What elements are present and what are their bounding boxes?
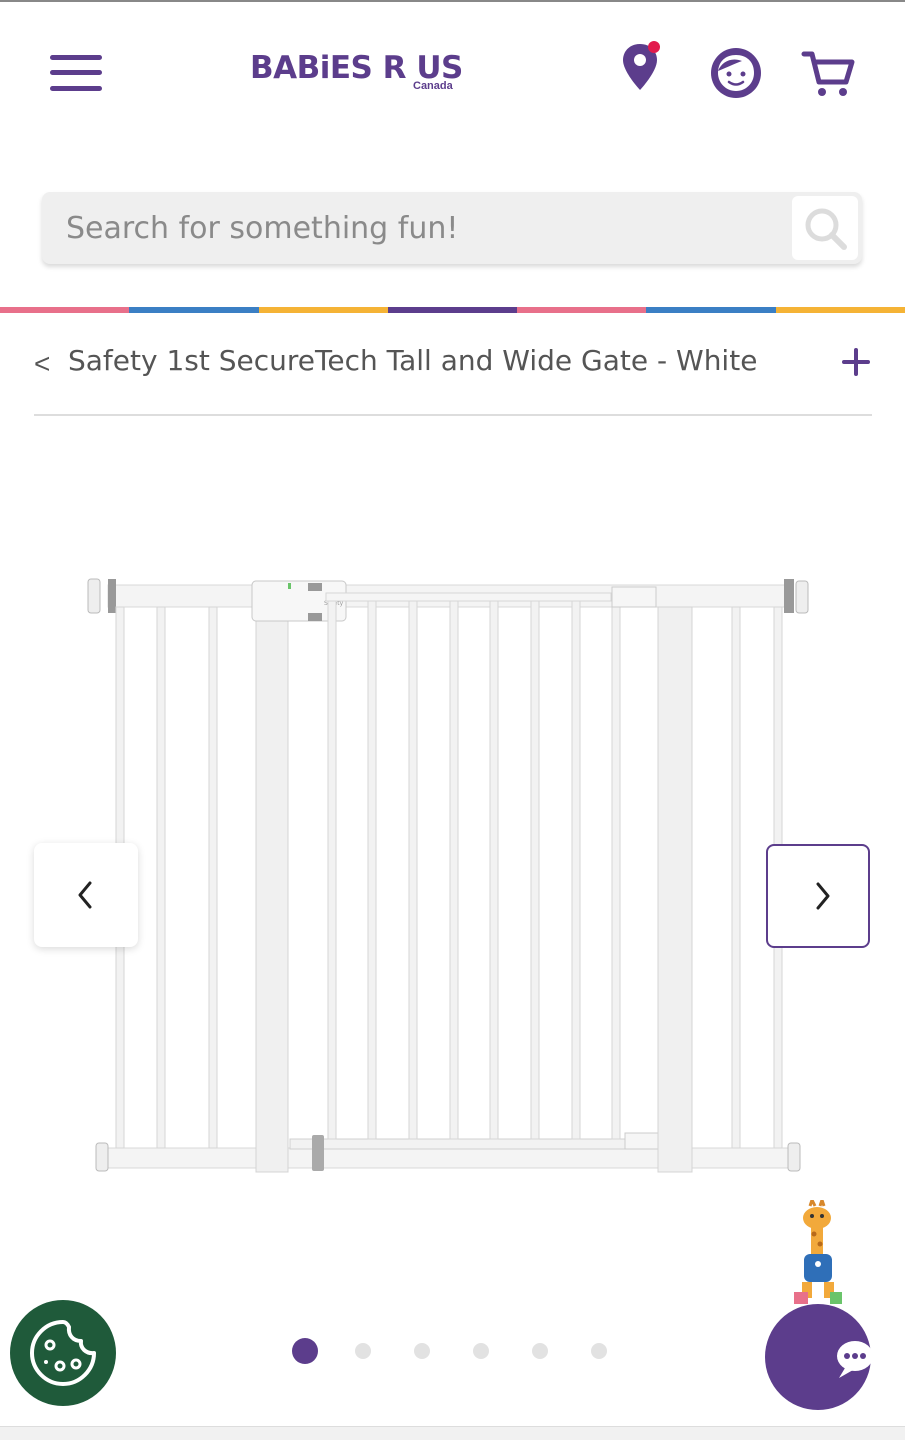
- account-button[interactable]: [708, 45, 764, 101]
- menu-bar: [50, 86, 102, 91]
- header: BABiES R US Canada: [0, 0, 905, 140]
- cookie-settings-button[interactable]: [10, 1300, 116, 1406]
- stripe-segment: [775, 307, 905, 313]
- account-face-icon: [711, 48, 761, 98]
- product-image: Safety: [87, 578, 809, 1173]
- location-pin-icon: [623, 41, 660, 90]
- gallery-dot[interactable]: [532, 1343, 548, 1359]
- plus-icon: [842, 348, 870, 376]
- store-locator-button[interactable]: [618, 40, 666, 96]
- chevron-left-icon: [78, 881, 92, 909]
- logo[interactable]: BABiES R US Canada: [250, 40, 470, 100]
- search-button[interactable]: [792, 196, 858, 260]
- logo-subtext: Canada: [413, 80, 453, 92]
- menu-bar: [50, 70, 102, 75]
- search-bar: [42, 192, 862, 264]
- expand-button[interactable]: [840, 344, 872, 380]
- cart-button[interactable]: [800, 48, 858, 98]
- search-icon: [805, 208, 847, 250]
- stripe-segment: [387, 307, 518, 313]
- stripe-segment: [646, 307, 776, 313]
- cookie-icon: [30, 1320, 96, 1386]
- cart-icon: [801, 51, 855, 96]
- gallery-dot[interactable]: [292, 1338, 318, 1364]
- product-title: Safety 1st SecureTech Tall and Wide Gate…: [68, 344, 758, 377]
- gallery-dot[interactable]: [591, 1343, 607, 1359]
- gallery-dot[interactable]: [473, 1343, 489, 1359]
- breadcrumb: < Safety 1st SecureTech Tall and Wide Ga…: [34, 330, 872, 416]
- gallery-prev-button[interactable]: [34, 843, 138, 947]
- bottom-bar: [0, 1426, 905, 1440]
- color-stripe: [0, 307, 905, 313]
- product-gallery: Safety: [0, 420, 905, 1300]
- stripe-segment: [258, 307, 388, 313]
- back-link[interactable]: <: [34, 348, 50, 380]
- search-input[interactable]: [42, 192, 782, 264]
- menu-button[interactable]: [50, 52, 104, 96]
- gallery-dots: [290, 1338, 620, 1366]
- stripe-segment: [0, 307, 130, 313]
- gallery-next-button[interactable]: [766, 844, 870, 948]
- chat-bubble-icon: [837, 1341, 873, 1378]
- gallery-dot[interactable]: [414, 1343, 430, 1359]
- stripe-segment: [517, 307, 647, 313]
- stripe-segment: [129, 307, 259, 313]
- chevron-right-icon: [816, 882, 830, 910]
- chat-button[interactable]: [765, 1304, 873, 1410]
- menu-bar: [50, 55, 102, 60]
- gallery-dot[interactable]: [355, 1343, 371, 1359]
- giraffe-mascot[interactable]: [780, 1200, 852, 1306]
